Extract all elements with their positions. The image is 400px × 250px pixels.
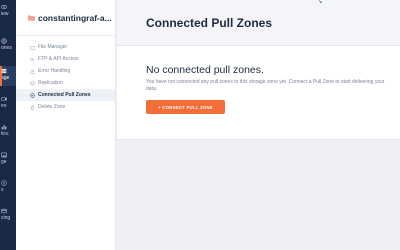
menu-item-connected-pull-zones[interactable]: Connected Pull Zones	[16, 89, 115, 101]
menu-item-label: Error Handling	[38, 68, 71, 74]
menu-item-delete-zone[interactable]: Delete Zone	[16, 101, 115, 113]
zone-name: constantingraf-a...	[38, 12, 112, 23]
empty-state-title: No connected pull zones.	[146, 64, 264, 76]
rail-item-label: eo	[1, 103, 7, 109]
warning-icon	[30, 68, 35, 73]
rail-item-video[interactable]: eo	[0, 96, 16, 112]
rail-item-statistics[interactable]: tics	[0, 124, 16, 140]
menu-item-label: FTP & API Access	[38, 56, 79, 62]
connect-pull-zone-button[interactable]: + CONNECT PULL ZONE	[146, 100, 225, 114]
rail-item-label: cing	[1, 215, 11, 221]
menu-item-replication[interactable]: Replication	[16, 77, 115, 89]
link-icon	[30, 92, 35, 98]
rail-item-label: tics	[1, 131, 9, 137]
menu-item-label: Replication	[38, 80, 63, 86]
trash-icon	[31, 105, 34, 110]
menu-item-label: File Manager	[38, 44, 68, 50]
globe-icon	[1, 38, 7, 44]
image-icon	[1, 152, 7, 158]
rail-item-dns[interactable]: s	[0, 180, 16, 196]
empty-state-card: No connected pull zones. You have not co…	[117, 46, 400, 140]
zone-sidebar: constantingraf-a... File Manager FTP & A…	[16, 0, 116, 250]
menu-item-ftp-api-access[interactable]: FTP & API Access	[16, 53, 115, 65]
menu-item-label: Delete Zone	[38, 104, 66, 110]
rail-item-label: iew	[1, 11, 9, 17]
zone-menu: File Manager FTP & API Access Error Hand…	[16, 36, 115, 113]
main-content: Connected Pull Zones No connected pull z…	[117, 0, 400, 250]
rail-item-label: s	[1, 187, 4, 193]
menu-item-error-handling[interactable]: Error Handling	[16, 65, 115, 77]
mouse-cursor-icon: ↘	[318, 0, 323, 5]
rail-item-storage[interactable]: age	[0, 66, 16, 86]
storage-icon	[1, 68, 7, 74]
video-icon	[1, 97, 7, 101]
page-header: Connected Pull Zones	[117, 0, 400, 46]
menu-item-file-manager[interactable]: File Manager	[16, 41, 115, 53]
zone-header: constantingraf-a...	[16, 0, 115, 36]
eye-icon	[1, 5, 7, 9]
app-window: iew ones age eo tics ge s cing constanti…	[0, 0, 400, 250]
empty-state-description: You have not connected any pull zones to…	[146, 79, 385, 92]
rail-item-label: ones	[1, 45, 12, 51]
rail-item-label: age	[1, 75, 10, 81]
rail-item-optimizer[interactable]: ge	[0, 152, 16, 168]
main-nav-rail: iew ones age eo tics ge s cing	[0, 0, 16, 250]
menu-item-label: Connected Pull Zones	[38, 92, 91, 98]
rail-item-label: ge	[1, 159, 7, 165]
page-title: Connected Pull Zones	[146, 15, 273, 30]
dns-icon	[1, 180, 7, 186]
globe-icon	[30, 80, 35, 86]
rail-item-billing[interactable]: cing	[0, 208, 16, 224]
chart-icon	[1, 125, 7, 130]
folder-icon	[28, 14, 35, 21]
key-icon	[30, 57, 35, 61]
billing-icon	[1, 208, 7, 214]
folder-icon	[30, 45, 35, 49]
rail-item-pull-zones[interactable]: ones	[0, 38, 16, 56]
rail-item-overview[interactable]: iew	[0, 4, 16, 20]
